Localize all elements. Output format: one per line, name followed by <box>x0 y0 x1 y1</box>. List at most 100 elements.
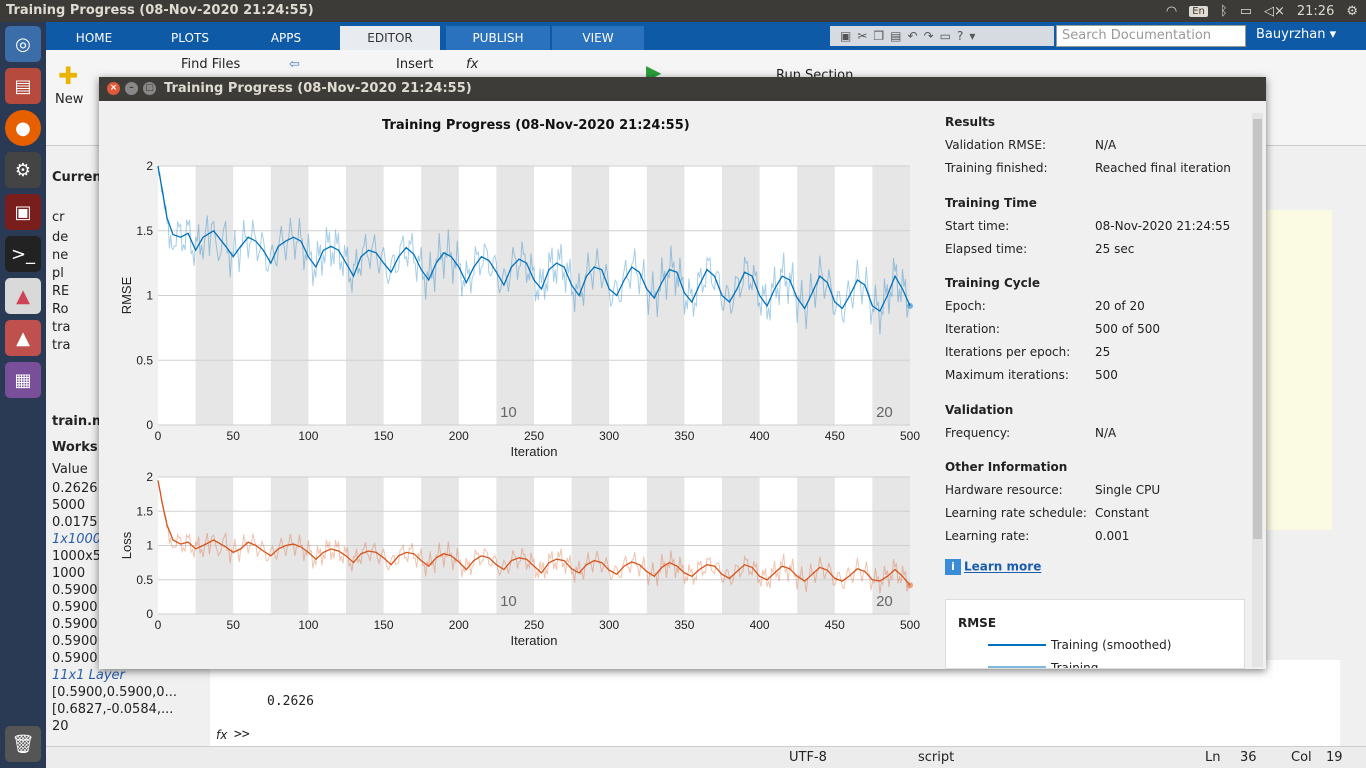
workspace-value[interactable]: 1000 <box>52 566 85 581</box>
workspace-value[interactable]: [0.5900,0.5900,0... <box>52 685 177 700</box>
undo-icon[interactable]: ↶ <box>908 29 918 43</box>
redo-icon[interactable]: ↷ <box>924 29 934 43</box>
learn-more-link[interactable]: i Learn more <box>945 559 1041 575</box>
y-tick-label: 2 <box>146 159 153 173</box>
insert-button[interactable]: Insert <box>396 57 433 72</box>
other-info-heading: Other Information <box>945 460 1068 474</box>
workspace-value-header[interactable]: Value <box>52 462 88 477</box>
user-menu[interactable]: Bauyrzhan ▾ <box>1256 27 1336 42</box>
save-icon[interactable]: ▣ <box>840 29 851 43</box>
file-item[interactable]: pl <box>52 266 64 281</box>
matlab-icon[interactable]: ▲ <box>5 278 41 314</box>
scrollbar-thumb[interactable] <box>1253 119 1262 539</box>
x-tick-label: 500 <box>900 618 920 632</box>
y-axis-label: Loss <box>119 531 134 559</box>
tab-view[interactable]: VIEW <box>552 26 644 50</box>
copy-icon[interactable]: ❐ <box>873 29 884 43</box>
workspace-value[interactable]: 0.5900 <box>52 651 98 666</box>
file-item[interactable]: de <box>52 230 68 245</box>
workspace-value[interactable]: 1000x5 <box>52 549 101 564</box>
tab-plots[interactable]: PLOTS <box>142 26 238 50</box>
dash-icon[interactable]: ◎ <box>5 26 41 62</box>
iter-per-epoch-value: 25 <box>1095 345 1111 359</box>
back-arrow-icon[interactable]: ⇦ <box>289 57 300 72</box>
epoch-label: 20 <box>876 404 893 421</box>
trash-icon[interactable]: 🗑 <box>5 726 41 762</box>
file-item[interactable]: tra <box>52 338 70 353</box>
chevron-down-icon[interactable]: ▾ <box>969 29 975 43</box>
search-documentation-input[interactable]: Search Documentation <box>1056 25 1246 47</box>
workspace-value[interactable]: 20 <box>52 719 69 734</box>
iter-per-epoch-label: Iterations per epoch: <box>945 345 1071 359</box>
workspace-value[interactable]: 0.2626 <box>52 481 98 496</box>
epoch-label: 10 <box>500 404 517 421</box>
tab-home[interactable]: HOME <box>46 26 142 50</box>
files-icon[interactable]: ▤ <box>5 68 41 104</box>
bluetooth-icon[interactable]: ᛒ <box>1220 4 1228 19</box>
elapsed-time-label: Elapsed time: <box>945 242 1028 256</box>
cut-icon[interactable]: ✂ <box>857 29 867 43</box>
workspace-value[interactable]: 0.5900 <box>52 583 98 598</box>
epoch-label: 10 <box>500 593 517 610</box>
file-item[interactable]: Ro <box>52 302 68 317</box>
loss-chart: 00.511.520 50 100 150 200 250 300 350 400 450 500I… <box>119 470 920 648</box>
app-icon[interactable]: ▣ <box>5 194 41 230</box>
new-file-icon[interactable]: ✚ <box>58 62 78 90</box>
workspace-value[interactable]: 0.0175 <box>52 515 98 530</box>
x-tick-label: 100 <box>298 618 318 632</box>
tab-publish[interactable]: PUBLISH <box>446 26 550 50</box>
file-item[interactable]: tra <box>52 320 70 335</box>
workspace-value[interactable]: 1x1000 <box>52 532 101 547</box>
switch-windows-icon[interactable]: ▭ <box>940 29 951 43</box>
workspace-value[interactable]: 0.5900 <box>52 617 98 632</box>
clock[interactable]: 21:26 <box>1297 4 1334 19</box>
tab-editor[interactable]: EDITOR <box>340 26 440 50</box>
language-indicator[interactable]: En <box>1189 5 1208 17</box>
battery-icon[interactable]: ▭ <box>1240 4 1252 19</box>
volume-icon[interactable]: ◁× <box>1264 4 1285 19</box>
workspace-value[interactable]: 0.5900 <box>52 634 98 649</box>
file-item[interactable]: RE <box>52 284 69 299</box>
quick-access-toolbar: ▣ ✂ ❐ ▤ ↶ ↷ ▭ ? ▾ <box>830 26 1054 46</box>
elapsed-time-value: 25 sec <box>1095 242 1135 256</box>
new-button[interactable]: New <box>55 92 83 107</box>
launcher-bar: ◎ ▤ ● ⚙ ▣ >_ ▲ ▲ ▦ 🗑 <box>0 22 46 768</box>
file-item[interactable]: cr <box>52 210 65 225</box>
settings-gear-icon[interactable]: ⚙ <box>1346 4 1358 19</box>
y-tick-label: 0 <box>146 607 153 621</box>
workspace-value[interactable]: 5000 <box>52 498 85 513</box>
settings-icon[interactable]: ⚙ <box>5 152 41 188</box>
y-tick-label: 0 <box>146 418 153 432</box>
workspace-value[interactable]: 11x1 Layer <box>52 668 125 683</box>
paste-icon[interactable]: ▤ <box>890 29 901 43</box>
fx-button[interactable]: fx <box>466 57 478 72</box>
workspace-value[interactable]: 0.5900 <box>52 600 98 615</box>
hardware-value: Single CPU <box>1095 483 1161 497</box>
training-time-heading: Training Time <box>945 196 1037 210</box>
wifi-icon[interactable]: ◠ <box>1166 4 1177 19</box>
media-icon[interactable]: ▦ <box>5 362 41 398</box>
find-files-button[interactable]: Find Files <box>181 57 240 72</box>
editor-file-name[interactable]: train.m <box>52 414 106 429</box>
learn-more-text[interactable]: Learn more <box>964 560 1041 574</box>
file-type-status: script <box>918 750 955 765</box>
max-iter-label: Maximum iterations: <box>945 368 1069 382</box>
help-icon[interactable]: ? <box>957 29 963 43</box>
os-window-title: Training Progress (08-Nov-2020 21:24:55) <box>6 3 314 18</box>
x-tick-label: 50 <box>227 618 241 632</box>
file-item[interactable]: ne <box>52 248 68 263</box>
x-tick-label: 400 <box>750 618 770 632</box>
matlab-alt-icon[interactable]: ▲ <box>5 320 41 356</box>
training-charts: 00.511.520 50 100 150 200 250 300 350 400 450 500I… <box>119 159 920 648</box>
info-scrollbar[interactable] <box>1252 113 1263 667</box>
tab-apps[interactable]: APPS <box>238 26 334 50</box>
final-point <box>907 302 913 309</box>
workspace-value[interactable]: [0.6827,-0.0584,... <box>52 702 173 717</box>
firefox-icon[interactable]: ● <box>5 110 41 146</box>
legend-smoothed-label: Training (smoothed) <box>1051 638 1172 652</box>
x-tick-label: 300 <box>599 429 619 443</box>
command-prompt[interactable]: >> <box>234 727 250 742</box>
command-output: 0.2626 <box>267 694 314 709</box>
terminal-icon[interactable]: >_ <box>5 236 41 272</box>
command-window[interactable]: 0.2626 fx >> <box>210 660 1340 746</box>
